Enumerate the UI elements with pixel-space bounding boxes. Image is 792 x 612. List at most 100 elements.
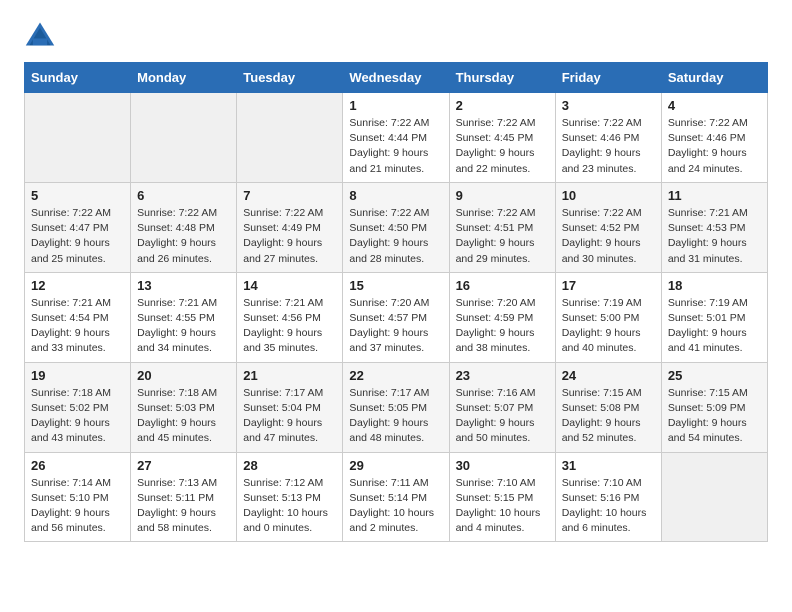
day-number: 20 bbox=[137, 368, 230, 383]
day-info: Sunrise: 7:22 AM Sunset: 4:50 PM Dayligh… bbox=[349, 206, 442, 267]
day-info: Sunrise: 7:12 AM Sunset: 5:13 PM Dayligh… bbox=[243, 476, 336, 537]
day-of-week-sunday: Sunday bbox=[25, 63, 131, 93]
calendar: SundayMondayTuesdayWednesdayThursdayFrid… bbox=[24, 62, 768, 542]
day-info: Sunrise: 7:21 AM Sunset: 4:54 PM Dayligh… bbox=[31, 296, 124, 357]
week-row-4: 19 Sunrise: 7:18 AM Sunset: 5:02 PM Dayli… bbox=[25, 362, 768, 452]
logo bbox=[24, 20, 62, 48]
day-number: 1 bbox=[349, 98, 442, 113]
calendar-cell: 20 Sunrise: 7:18 AM Sunset: 5:03 PM Dayli… bbox=[131, 362, 237, 452]
calendar-cell bbox=[25, 93, 131, 183]
calendar-cell: 1 Sunrise: 7:22 AM Sunset: 4:44 PM Daylig… bbox=[343, 93, 449, 183]
calendar-cell: 22 Sunrise: 7:17 AM Sunset: 5:05 PM Dayli… bbox=[343, 362, 449, 452]
day-number: 11 bbox=[668, 188, 761, 203]
calendar-cell: 9Sunrise: 7:22 AM Sunset: 4:51 PM Daylig… bbox=[449, 182, 555, 272]
day-number: 5 bbox=[31, 188, 124, 203]
day-info: Sunrise: 7:20 AM Sunset: 4:57 PM Dayligh… bbox=[349, 296, 442, 357]
calendar-cell: 3 Sunrise: 7:22 AM Sunset: 4:46 PM Daylig… bbox=[555, 93, 661, 183]
day-of-week-thursday: Thursday bbox=[449, 63, 555, 93]
day-info: Sunrise: 7:22 AM Sunset: 4:45 PM Dayligh… bbox=[456, 116, 549, 177]
calendar-cell bbox=[237, 93, 343, 183]
day-number: 16 bbox=[456, 278, 549, 293]
day-of-week-wednesday: Wednesday bbox=[343, 63, 449, 93]
calendar-cell: 18Sunrise: 7:19 AM Sunset: 5:01 PM Dayli… bbox=[661, 272, 767, 362]
calendar-cell: 8Sunrise: 7:22 AM Sunset: 4:50 PM Daylig… bbox=[343, 182, 449, 272]
calendar-cell: 5 Sunrise: 7:22 AM Sunset: 4:47 PM Daylig… bbox=[25, 182, 131, 272]
calendar-body: 1 Sunrise: 7:22 AM Sunset: 4:44 PM Daylig… bbox=[25, 93, 768, 542]
day-info: Sunrise: 7:19 AM Sunset: 5:00 PM Dayligh… bbox=[562, 296, 655, 357]
day-of-week-saturday: Saturday bbox=[661, 63, 767, 93]
calendar-cell: 31Sunrise: 7:10 AM Sunset: 5:16 PM Dayli… bbox=[555, 452, 661, 542]
day-info: Sunrise: 7:13 AM Sunset: 5:11 PM Dayligh… bbox=[137, 476, 230, 537]
calendar-cell: 27 Sunrise: 7:13 AM Sunset: 5:11 PM Dayli… bbox=[131, 452, 237, 542]
calendar-cell: 4 Sunrise: 7:22 AM Sunset: 4:46 PM Daylig… bbox=[661, 93, 767, 183]
calendar-cell: 16 Sunrise: 7:20 AM Sunset: 4:59 PM Dayli… bbox=[449, 272, 555, 362]
day-number: 12 bbox=[31, 278, 124, 293]
day-info: Sunrise: 7:22 AM Sunset: 4:48 PM Dayligh… bbox=[137, 206, 230, 267]
day-number: 23 bbox=[456, 368, 549, 383]
day-info: Sunrise: 7:17 AM Sunset: 5:04 PM Dayligh… bbox=[243, 386, 336, 447]
day-info: Sunrise: 7:16 AM Sunset: 5:07 PM Dayligh… bbox=[456, 386, 549, 447]
week-row-3: 12 Sunrise: 7:21 AM Sunset: 4:54 PM Dayli… bbox=[25, 272, 768, 362]
day-info: Sunrise: 7:18 AM Sunset: 5:02 PM Dayligh… bbox=[31, 386, 124, 447]
calendar-cell: 25 Sunrise: 7:15 AM Sunset: 5:09 PM Dayli… bbox=[661, 362, 767, 452]
day-number: 14 bbox=[243, 278, 336, 293]
day-number: 22 bbox=[349, 368, 442, 383]
week-row-5: 26Sunrise: 7:14 AM Sunset: 5:10 PM Dayli… bbox=[25, 452, 768, 542]
day-number: 4 bbox=[668, 98, 761, 113]
day-number: 29 bbox=[349, 458, 442, 473]
calendar-cell: 15Sunrise: 7:20 AM Sunset: 4:57 PM Dayli… bbox=[343, 272, 449, 362]
calendar-cell: 30Sunrise: 7:10 AM Sunset: 5:15 PM Dayli… bbox=[449, 452, 555, 542]
day-number: 31 bbox=[562, 458, 655, 473]
day-info: Sunrise: 7:18 AM Sunset: 5:03 PM Dayligh… bbox=[137, 386, 230, 447]
day-number: 30 bbox=[456, 458, 549, 473]
day-info: Sunrise: 7:19 AM Sunset: 5:01 PM Dayligh… bbox=[668, 296, 761, 357]
day-info: Sunrise: 7:15 AM Sunset: 5:09 PM Dayligh… bbox=[668, 386, 761, 447]
calendar-cell: 13Sunrise: 7:21 AM Sunset: 4:55 PM Dayli… bbox=[131, 272, 237, 362]
calendar-cell: 29Sunrise: 7:11 AM Sunset: 5:14 PM Dayli… bbox=[343, 452, 449, 542]
day-number: 24 bbox=[562, 368, 655, 383]
day-info: Sunrise: 7:21 AM Sunset: 4:56 PM Dayligh… bbox=[243, 296, 336, 357]
day-number: 6 bbox=[137, 188, 230, 203]
page: SundayMondayTuesdayWednesdayThursdayFrid… bbox=[0, 0, 792, 562]
day-number: 17 bbox=[562, 278, 655, 293]
day-info: Sunrise: 7:22 AM Sunset: 4:51 PM Dayligh… bbox=[456, 206, 549, 267]
calendar-cell: 21 Sunrise: 7:17 AM Sunset: 5:04 PM Dayli… bbox=[237, 362, 343, 452]
calendar-cell: 23 Sunrise: 7:16 AM Sunset: 5:07 PM Dayli… bbox=[449, 362, 555, 452]
day-number: 21 bbox=[243, 368, 336, 383]
days-of-week-row: SundayMondayTuesdayWednesdayThursdayFrid… bbox=[25, 63, 768, 93]
calendar-cell: 24 Sunrise: 7:15 AM Sunset: 5:08 PM Dayli… bbox=[555, 362, 661, 452]
day-info: Sunrise: 7:22 AM Sunset: 4:47 PM Dayligh… bbox=[31, 206, 124, 267]
day-of-week-tuesday: Tuesday bbox=[237, 63, 343, 93]
day-number: 27 bbox=[137, 458, 230, 473]
day-info: Sunrise: 7:22 AM Sunset: 4:46 PM Dayligh… bbox=[668, 116, 761, 177]
day-number: 3 bbox=[562, 98, 655, 113]
day-info: Sunrise: 7:17 AM Sunset: 5:05 PM Dayligh… bbox=[349, 386, 442, 447]
calendar-header: SundayMondayTuesdayWednesdayThursdayFrid… bbox=[25, 63, 768, 93]
day-of-week-friday: Friday bbox=[555, 63, 661, 93]
day-info: Sunrise: 7:22 AM Sunset: 4:52 PM Dayligh… bbox=[562, 206, 655, 267]
day-info: Sunrise: 7:22 AM Sunset: 4:49 PM Dayligh… bbox=[243, 206, 336, 267]
calendar-cell: 28 Sunrise: 7:12 AM Sunset: 5:13 PM Dayli… bbox=[237, 452, 343, 542]
day-info: Sunrise: 7:22 AM Sunset: 4:44 PM Dayligh… bbox=[349, 116, 442, 177]
calendar-cell: 7Sunrise: 7:22 AM Sunset: 4:49 PM Daylig… bbox=[237, 182, 343, 272]
header bbox=[24, 20, 768, 48]
day-of-week-monday: Monday bbox=[131, 63, 237, 93]
day-info: Sunrise: 7:21 AM Sunset: 4:55 PM Dayligh… bbox=[137, 296, 230, 357]
calendar-cell bbox=[661, 452, 767, 542]
day-info: Sunrise: 7:20 AM Sunset: 4:59 PM Dayligh… bbox=[456, 296, 549, 357]
day-number: 28 bbox=[243, 458, 336, 473]
day-info: Sunrise: 7:15 AM Sunset: 5:08 PM Dayligh… bbox=[562, 386, 655, 447]
day-number: 10 bbox=[562, 188, 655, 203]
calendar-cell: 12 Sunrise: 7:21 AM Sunset: 4:54 PM Dayli… bbox=[25, 272, 131, 362]
logo-icon bbox=[24, 20, 56, 48]
week-row-2: 5 Sunrise: 7:22 AM Sunset: 4:47 PM Daylig… bbox=[25, 182, 768, 272]
calendar-cell: 14 Sunrise: 7:21 AM Sunset: 4:56 PM Dayli… bbox=[237, 272, 343, 362]
day-info: Sunrise: 7:22 AM Sunset: 4:46 PM Dayligh… bbox=[562, 116, 655, 177]
day-number: 19 bbox=[31, 368, 124, 383]
calendar-cell: 2Sunrise: 7:22 AM Sunset: 4:45 PM Daylig… bbox=[449, 93, 555, 183]
calendar-cell: 26Sunrise: 7:14 AM Sunset: 5:10 PM Dayli… bbox=[25, 452, 131, 542]
calendar-cell: 6 Sunrise: 7:22 AM Sunset: 4:48 PM Daylig… bbox=[131, 182, 237, 272]
calendar-cell: 17 Sunrise: 7:19 AM Sunset: 5:00 PM Dayli… bbox=[555, 272, 661, 362]
day-info: Sunrise: 7:14 AM Sunset: 5:10 PM Dayligh… bbox=[31, 476, 124, 537]
day-number: 25 bbox=[668, 368, 761, 383]
